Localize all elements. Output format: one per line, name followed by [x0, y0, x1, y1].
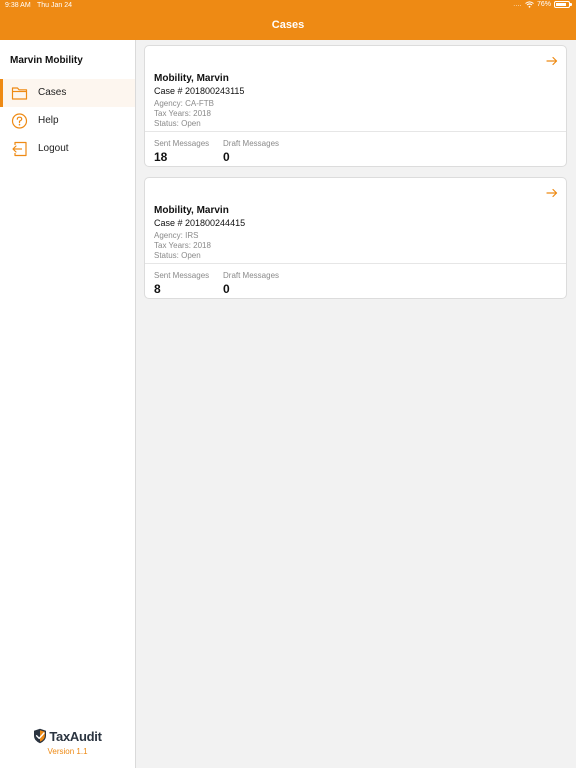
card-divider	[145, 131, 566, 132]
draft-messages-label: Draft Messages	[223, 139, 280, 148]
case-agency: Agency: CA-FTB	[154, 99, 215, 108]
sidebar-item-label: Logout	[38, 143, 69, 154]
page-title: Cases	[271, 19, 305, 31]
brand-footer: TaxAudit Version 1.1	[0, 728, 135, 756]
status-bar: 9:38 AM Thu Jan 24 .... 76%	[0, 0, 576, 12]
user-name: Marvin Mobility	[10, 55, 83, 66]
case-status: Status: Open	[154, 251, 201, 260]
case-card[interactable]: Mobility, Marvin Case # 201800243115 Age…	[144, 45, 567, 167]
battery-percent: 76%	[536, 1, 551, 8]
wifi-icon	[525, 1, 534, 8]
case-card[interactable]: Mobility, Marvin Case # 201800244415 Age…	[144, 177, 567, 299]
sidebar-item-cases[interactable]: Cases	[0, 79, 135, 107]
case-number: Case # 201800244415	[154, 218, 246, 228]
case-holder-name: Mobility, Marvin	[154, 205, 229, 216]
folder-icon	[11, 87, 28, 100]
status-date: Thu Jan 24	[37, 2, 73, 9]
signal-icon: ....	[513, 1, 522, 8]
version-label: Version 1.1	[47, 747, 88, 756]
arrow-right-icon[interactable]	[546, 55, 558, 67]
card-divider	[145, 263, 566, 264]
case-list: Mobility, Marvin Case # 201800243115 Age…	[136, 40, 576, 768]
sidebar-nav: Cases Help Logout	[0, 79, 135, 163]
status-time: 9:38 AM	[5, 2, 31, 9]
logout-icon	[12, 141, 27, 157]
case-status: Status: Open	[154, 119, 201, 128]
battery-icon	[554, 1, 572, 8]
sent-messages-label: Sent Messages	[154, 139, 210, 148]
sent-messages-count: 8	[154, 282, 161, 296]
app-header: 9:38 AM Thu Jan 24 .... 76% Cases	[0, 0, 576, 40]
case-tax-years: Tax Years: 2018	[154, 109, 211, 118]
draft-messages-count: 0	[223, 150, 230, 164]
case-number: Case # 201800243115	[154, 86, 245, 96]
brand-name: TaxAudit	[49, 728, 102, 744]
case-agency: Agency: IRS	[154, 231, 199, 240]
shield-logo-icon	[34, 728, 47, 744]
draft-messages-label: Draft Messages	[223, 271, 280, 280]
sidebar-item-logout[interactable]: Logout	[0, 135, 135, 163]
sidebar: Marvin Mobility Cases Help Logout TaxAud…	[0, 40, 136, 768]
help-icon	[11, 113, 28, 129]
sent-messages-count: 18	[154, 150, 168, 164]
sidebar-item-label: Help	[38, 115, 59, 126]
status-indicators: .... 76%	[513, 1, 572, 8]
draft-messages-count: 0	[223, 282, 230, 296]
brand-logo: TaxAudit	[0, 728, 135, 744]
sidebar-item-label: Cases	[38, 87, 67, 98]
case-tax-years: Tax Years: 2018	[154, 241, 211, 250]
arrow-right-icon[interactable]	[546, 187, 558, 199]
case-holder-name: Mobility, Marvin	[154, 73, 229, 84]
sent-messages-label: Sent Messages	[154, 271, 210, 280]
sidebar-item-help[interactable]: Help	[0, 107, 135, 135]
